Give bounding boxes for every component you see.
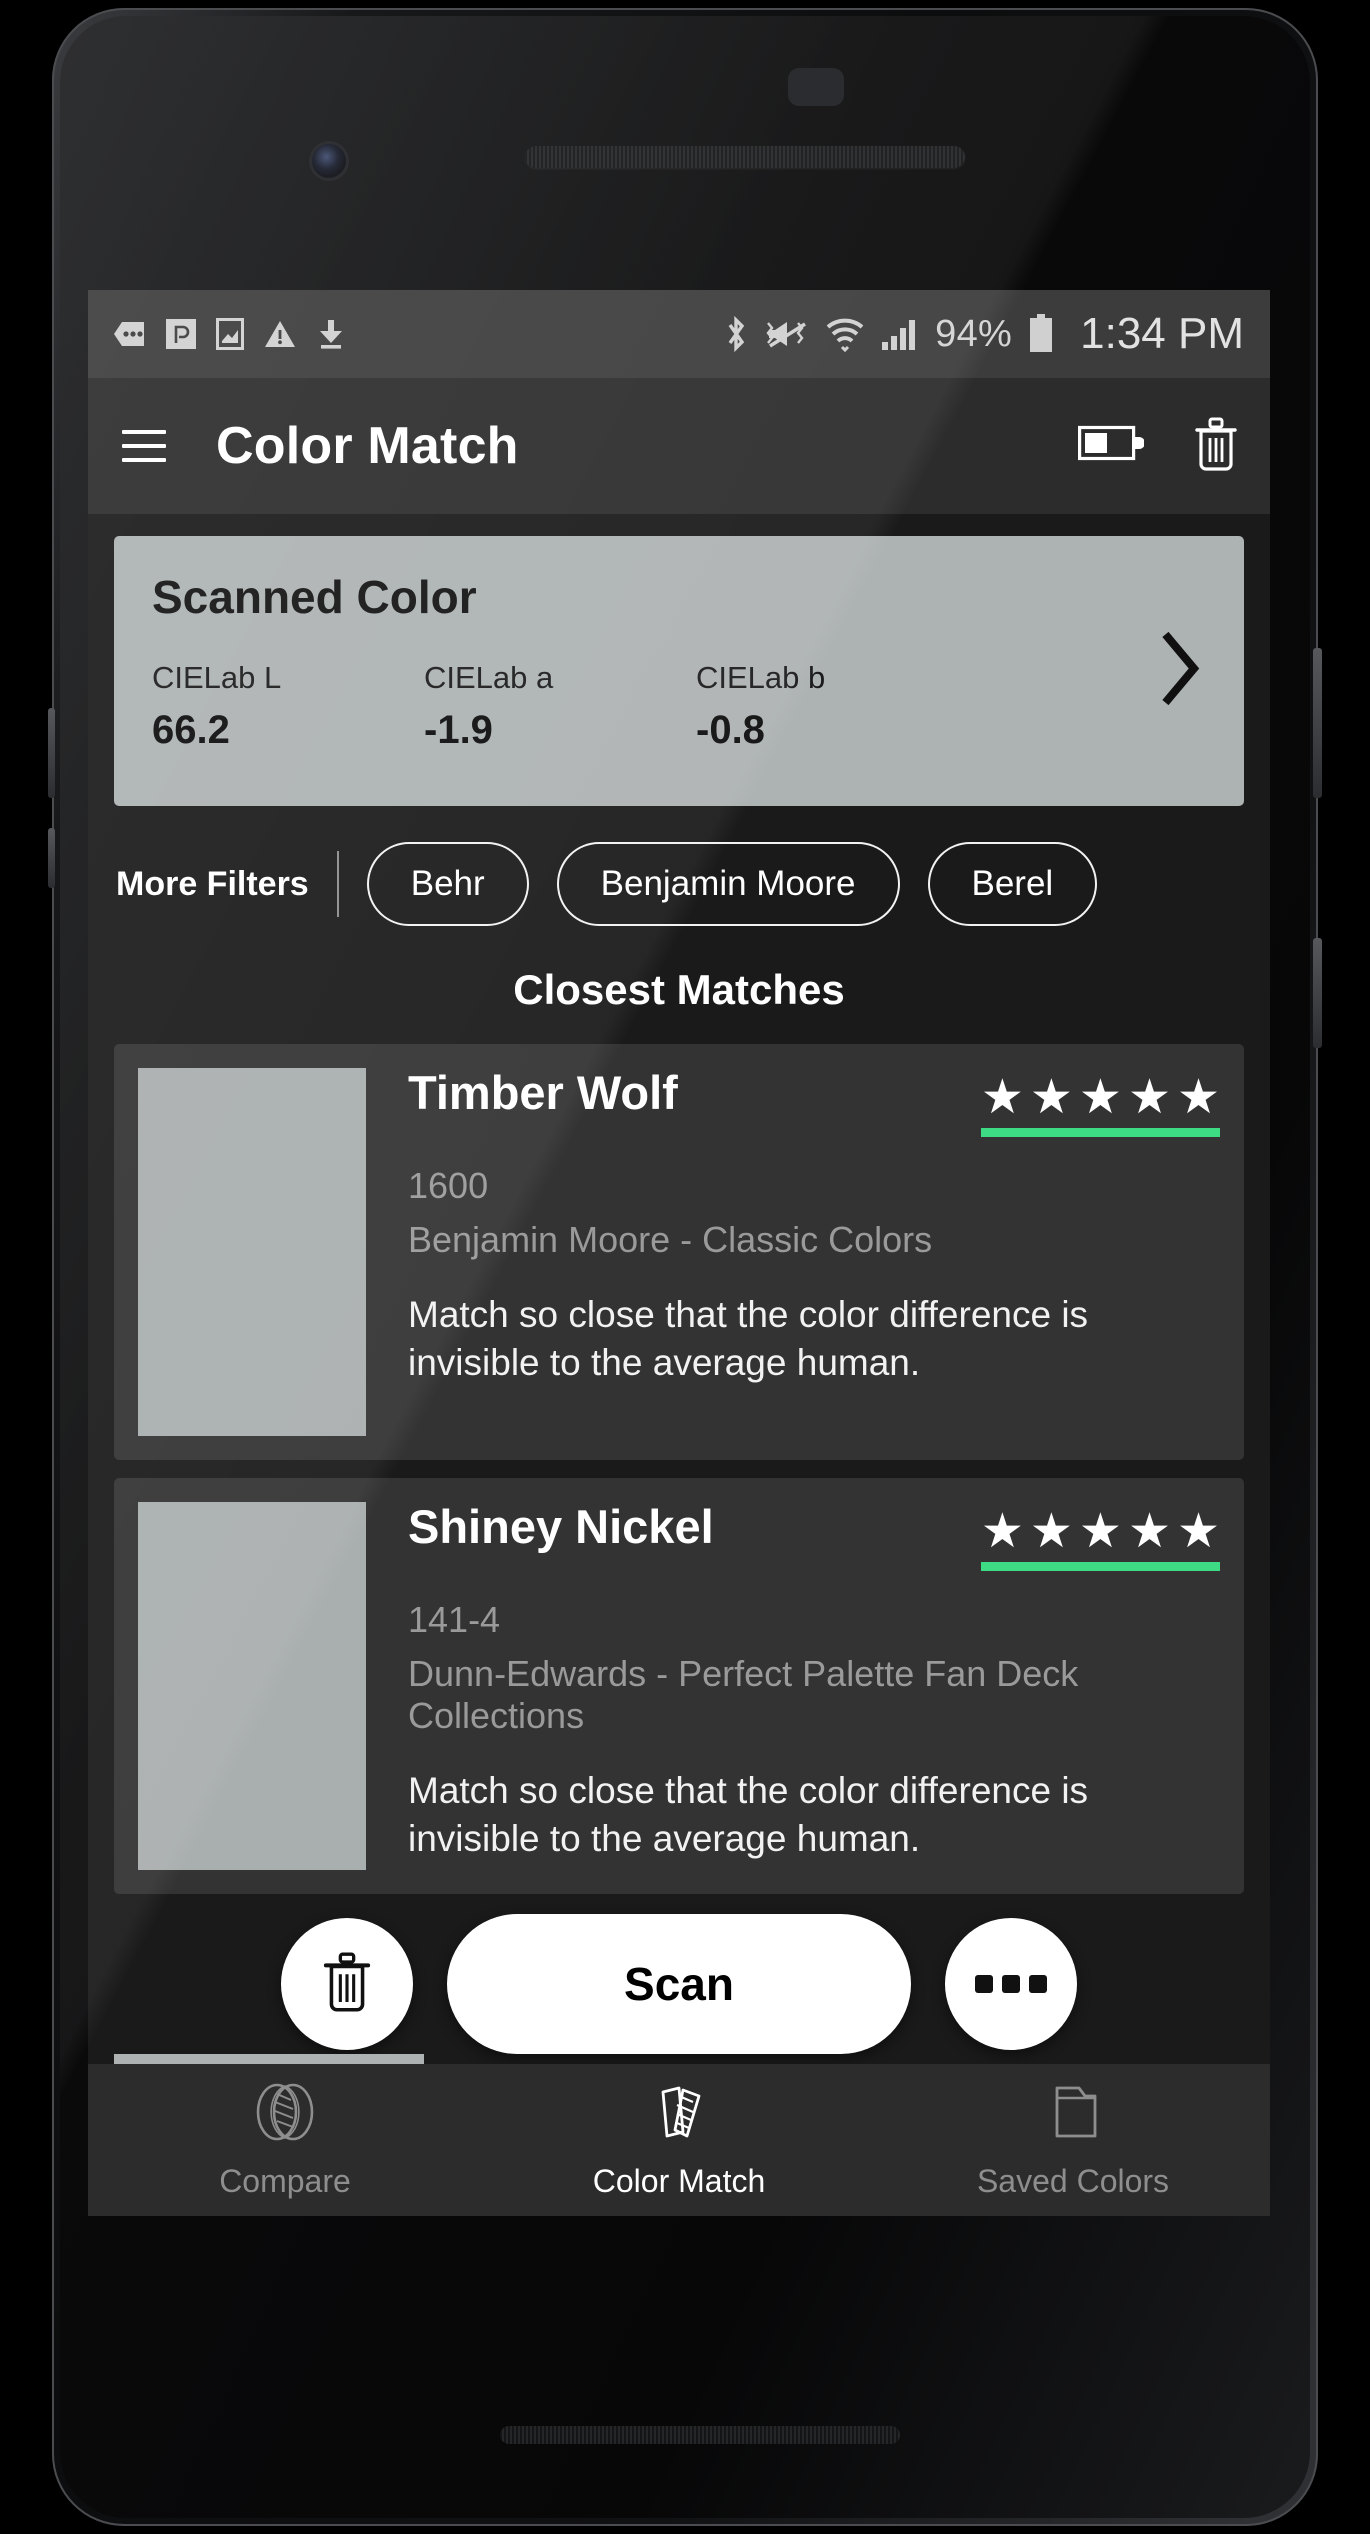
star-rating-icons: ★ ★ ★ ★ ★	[980, 1505, 1220, 1558]
page-title: Color Match	[216, 417, 519, 475]
warning-icon	[264, 319, 296, 349]
metric-value: 66.2	[152, 708, 230, 752]
p-app-icon	[166, 319, 196, 349]
filter-chip-benjamin-moore[interactable]: Benjamin Moore	[556, 842, 900, 926]
status-bar: 94% 1:34 PM	[88, 290, 1270, 378]
download-icon	[316, 318, 346, 350]
match-brand: Dunn-Edwards - Perfect Palette Fan Deck …	[408, 1653, 1079, 1737]
scan-button[interactable]: Scan	[447, 1914, 911, 2054]
filter-row: More Filters Behr Benjamin Moore Berel	[88, 806, 1270, 958]
nav-item-color-match[interactable]: Color Match	[482, 2064, 876, 2216]
metric-cielab-a: CIELab a -1.9	[424, 660, 696, 753]
front-camera	[312, 144, 346, 178]
overflow-fab-button[interactable]	[945, 1918, 1077, 2050]
more-filters-button[interactable]: More Filters	[116, 865, 337, 904]
metric-value: -1.9	[424, 708, 493, 752]
proximity-sensor	[788, 68, 844, 106]
filter-divider	[336, 851, 339, 917]
match-rating: ★ ★ ★ ★ ★	[980, 1068, 1220, 1138]
color-swatch	[138, 1502, 366, 1870]
match-description: Match so close that the color difference…	[408, 1770, 1089, 1859]
app-bar: Color Match	[88, 378, 1270, 514]
match-card-shiney-nickel[interactable]: Shiney Nickel ★ ★ ★ ★ ★ 141-4 Dunn-Edwar…	[114, 1478, 1244, 1894]
scroll-indicator[interactable]	[114, 2054, 424, 2064]
nav-label: Compare	[219, 2163, 351, 2199]
rating-accent-bar	[980, 1562, 1220, 1572]
color-swatch	[138, 1068, 366, 1436]
bottom-navigation: Compare Color Match Saved Colors	[88, 2064, 1270, 2216]
rating-accent-bar	[980, 1128, 1220, 1138]
star-icon: ★	[1029, 1071, 1073, 1124]
star-icon: ★	[1176, 1505, 1220, 1558]
more-horizontal-badge-icon	[112, 320, 146, 348]
match-card-timber-wolf[interactable]: Timber Wolf ★ ★ ★ ★ ★ 1600 Benjamin Moor…	[114, 1044, 1244, 1460]
closest-matches-heading: Closest Matches	[513, 966, 845, 1013]
vibrate-off-icon	[765, 317, 809, 351]
metric-cielab-l: CIELab L 66.2	[152, 660, 424, 753]
match-code: 1600	[408, 1165, 489, 1207]
cellular-signal-icon	[881, 318, 919, 350]
left-side-button[interactable]	[48, 708, 55, 798]
earpiece-speaker	[525, 146, 965, 168]
match-name: Shiney Nickel	[408, 1500, 714, 1553]
match-rating: ★ ★ ★ ★ ★	[980, 1502, 1220, 1572]
venn-compare-icon	[247, 2080, 323, 2149]
star-icon: ★	[1176, 1071, 1220, 1124]
scan-button-label: Scan	[624, 1958, 734, 2010]
star-icon: ★	[980, 1505, 1024, 1558]
metric-value: -0.8	[696, 708, 765, 752]
bluetooth-icon	[723, 315, 749, 353]
battery-icon	[1028, 314, 1054, 354]
hamburger-menu-icon[interactable]	[122, 420, 166, 472]
filter-chip-behr[interactable]: Behr	[366, 842, 529, 926]
star-rating-icons: ★ ★ ★ ★ ★	[980, 1071, 1220, 1124]
match-name: Timber Wolf	[408, 1066, 678, 1119]
folder-icon	[1035, 2080, 1111, 2149]
trash-icon[interactable]	[1192, 417, 1240, 476]
star-icon: ★	[1127, 1071, 1171, 1124]
trash-icon	[320, 1952, 374, 2017]
wifi-icon	[825, 316, 865, 352]
nav-item-compare[interactable]: Compare	[88, 2064, 482, 2216]
star-icon: ★	[1029, 1505, 1073, 1558]
phone-device: 94% 1:34 PM Color Match Scanned Color CI…	[48, 8, 1322, 2526]
delete-fab-button[interactable]	[281, 1918, 413, 2050]
battery-percent-label: 94%	[935, 312, 1013, 355]
match-brand: Benjamin Moore - Classic Colors	[408, 1219, 933, 1261]
star-icon: ★	[1078, 1071, 1122, 1124]
match-description: Match so close that the color difference…	[408, 1294, 1089, 1383]
chevron-right-icon[interactable]	[1160, 631, 1204, 711]
clock-label: 1:34 PM	[1080, 309, 1244, 358]
star-icon: ★	[1127, 1505, 1171, 1558]
metric-label: CIELab b	[696, 660, 826, 695]
left-side-button-secondary[interactable]	[48, 828, 55, 888]
star-icon: ★	[980, 1071, 1024, 1124]
battery-half-icon[interactable]	[1078, 424, 1145, 469]
bottom-speaker	[500, 2426, 900, 2444]
more-horizontal-icon	[975, 1975, 1047, 1993]
scanned-color-card[interactable]: Scanned Color CIELab L 66.2 CIELab a -1.…	[114, 536, 1244, 806]
filter-chip-berel[interactable]: Berel	[927, 842, 1098, 926]
scanned-color-title: Scanned Color	[152, 571, 477, 623]
match-code: 141-4	[408, 1599, 501, 1641]
phone-screen: 94% 1:34 PM Color Match Scanned Color CI…	[88, 290, 1270, 2216]
power-button[interactable]	[1313, 648, 1322, 798]
metric-label: CIELab a	[424, 660, 554, 695]
nav-label: Color Match	[592, 2163, 766, 2199]
nav-item-saved-colors[interactable]: Saved Colors	[876, 2064, 1270, 2216]
nav-label: Saved Colors	[976, 2163, 1170, 2199]
metric-cielab-b: CIELab b -0.8	[696, 660, 968, 753]
cielab-metrics: CIELab L 66.2 CIELab a -1.9 CIELab b -0.…	[152, 660, 1210, 753]
floating-action-row: Scan	[88, 1914, 1270, 2054]
metric-label: CIELab L	[152, 660, 282, 695]
image-icon	[216, 318, 244, 350]
star-icon: ★	[1078, 1505, 1122, 1558]
color-swatch-fan-icon	[641, 2080, 717, 2149]
volume-button[interactable]	[1313, 938, 1322, 1048]
